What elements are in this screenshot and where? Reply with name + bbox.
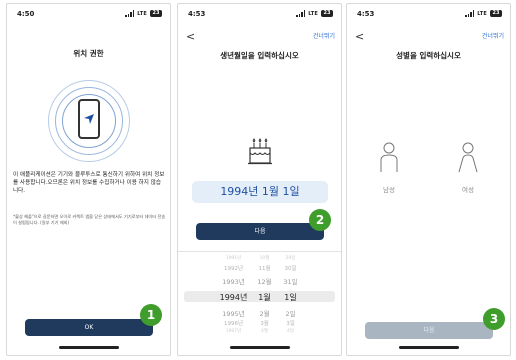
battery-icon: 23 [150, 10, 162, 17]
female-icon[interactable] [457, 141, 479, 173]
step-badge-3: 3 [483, 308, 505, 330]
picker-day: 1일 [284, 293, 297, 302]
gender-screen: 4:53 LTE 23 < 건너뛰기 성별을 입력하십시오 남성 여성 다음 3 [346, 3, 511, 356]
next-button-disabled[interactable]: 다음 [365, 322, 493, 339]
location-permission-screen: 4:50 LTE 23 위치 권한 이 애플리케이션은 기기와 블루투스로 통신… [6, 3, 171, 356]
skip-link[interactable]: 건너뛰기 [482, 31, 504, 40]
birthdate-screen: 4:53 LTE 23 < 건너뛰기 생년월일을 입력하십시오 1994년 1월… [177, 3, 342, 356]
status-bar: 4:50 LTE 23 [15, 10, 162, 22]
next-button[interactable]: 다음 [196, 223, 324, 240]
status-time: 4:50 [17, 10, 35, 18]
picker-month: 11월 [258, 266, 271, 272]
date-picker-wheel[interactable]: 1991년 10월 29일 1992년 11월 30일 1993년 12월 31… [178, 255, 341, 335]
permission-description: 이 애플리케이션은 기기와 블루투스로 통신하기 위하여 위치 정보를 사용합니… [13, 172, 165, 194]
birthday-cake-icon [248, 138, 272, 165]
picker-day: 2일 [285, 310, 296, 318]
picker-day: 30일 [284, 266, 297, 272]
home-indicator [229, 346, 290, 349]
female-label[interactable]: 여성 [448, 184, 488, 194]
page-title: 생년월일을 입력하십시오 [220, 51, 299, 60]
signal-icon [125, 10, 135, 17]
picker-year: 1992년 [223, 266, 244, 272]
picker-day: 4일 [286, 329, 294, 334]
picker-divider [178, 251, 341, 252]
picker-month: 1월 [258, 293, 271, 302]
location-illustration [48, 80, 130, 162]
status-bar: 4:53 LTE 23 [355, 10, 502, 22]
picker-year: 1994년 [219, 293, 248, 302]
picker-year: 1993년 [222, 278, 245, 286]
step-badge-2: 2 [309, 209, 331, 231]
skip-link[interactable]: 건너뛰기 [313, 31, 335, 40]
status-icons: LTE 23 [465, 10, 502, 17]
battery-icon: 23 [490, 10, 502, 17]
permission-note: *블상 해플"으로 길문하면 오이로 커렉트 앱을 닫은 상태에서도 기기로부터… [13, 214, 166, 225]
status-bar: 4:53 LTE 23 [186, 10, 333, 22]
picker-year: 1995년 [222, 310, 245, 318]
network-label: LTE [137, 10, 147, 17]
back-button[interactable]: < [186, 30, 195, 43]
status-time: 4:53 [357, 10, 375, 18]
male-label[interactable]: 남성 [369, 184, 409, 194]
picker-month: 12월 [257, 278, 272, 286]
network-label: LTE [308, 10, 318, 17]
smartphone-icon [78, 99, 100, 139]
page-title: 성별을 입력하십시오 [396, 51, 461, 60]
picker-row-selected[interactable]: 1994년 1월 1일 [178, 292, 341, 302]
selected-date-display[interactable]: 1994년 1월 1일 [192, 181, 328, 203]
home-indicator [58, 346, 119, 349]
step-badge-1: 1 [140, 304, 162, 326]
network-label: LTE [477, 10, 487, 17]
picker-row[interactable]: 1997년 4월 4일 [178, 328, 341, 338]
picker-row[interactable]: 1993년 12월 31일 [178, 276, 341, 286]
screenshot-stage: 4:50 LTE 23 위치 권한 이 애플리케이션은 기기와 블루투스로 통신… [0, 0, 516, 360]
battery-icon: 23 [321, 10, 333, 17]
ok-button[interactable]: OK [25, 319, 153, 336]
picker-month: 2월 [259, 310, 270, 318]
picker-row[interactable]: 1992년 11월 30일 [178, 264, 341, 274]
signal-icon [465, 10, 475, 17]
status-icons: LTE 23 [125, 10, 162, 17]
navigation-arrow-icon [84, 114, 94, 124]
back-button[interactable]: < [355, 30, 364, 43]
signal-icon [296, 10, 306, 17]
status-icons: LTE 23 [296, 10, 333, 17]
home-indicator [398, 346, 459, 349]
status-time: 4:53 [188, 10, 206, 18]
picker-row[interactable]: 1995년 2월 2일 [178, 308, 341, 318]
page-title: 위치 권한 [73, 49, 104, 58]
picker-day: 31일 [283, 278, 298, 286]
picker-month: 4월 [260, 329, 268, 334]
male-icon[interactable] [378, 141, 400, 173]
picker-year: 1997년 [225, 329, 242, 334]
